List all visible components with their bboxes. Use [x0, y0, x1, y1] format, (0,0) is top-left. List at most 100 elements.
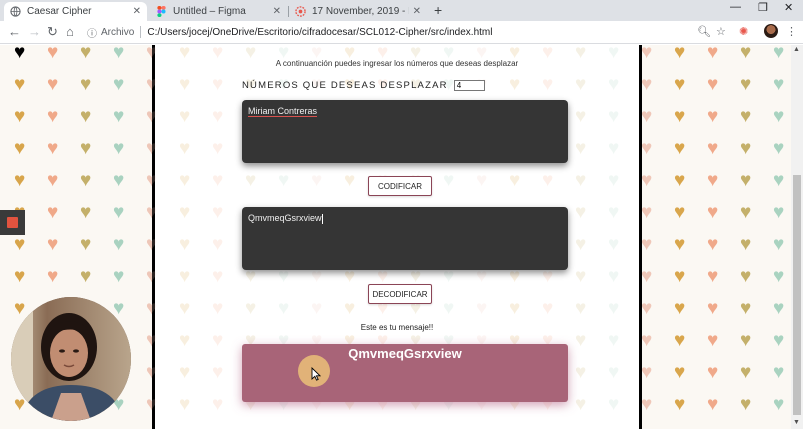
new-tab-button[interactable]: +	[434, 2, 442, 18]
scroll-up-icon[interactable]: ▲	[793, 46, 800, 53]
menu-icon[interactable]: ⋮	[786, 25, 797, 38]
heart-decoration: ♥	[179, 362, 191, 383]
close-tab-icon[interactable]: ✕	[133, 6, 141, 17]
shift-row: NÚMEROS QUE DESEAS DESPLAZAR 4	[242, 80, 485, 91]
heart-decoration: ♥	[509, 74, 521, 95]
heart-decoration: ♥	[212, 298, 224, 319]
encoded-textarea[interactable]: QmvmeqGsrxview	[242, 207, 568, 270]
heart-decoration: ♥	[608, 394, 620, 415]
minimize-icon[interactable]: —	[730, 1, 741, 13]
heart-decoration: ♥	[311, 170, 323, 191]
heart-decoration: ♥	[674, 170, 686, 191]
loom-icon	[295, 6, 306, 17]
tab-loom[interactable]: 17 November, 2019 - Loom Reco ✕	[289, 2, 427, 21]
heart-decoration: ♥	[608, 74, 620, 95]
heart-decoration: ♥	[641, 138, 653, 159]
heart-decoration: ♥	[740, 362, 752, 383]
heart-decoration: ♥	[608, 362, 620, 383]
heart-decoration: ♥	[80, 74, 92, 95]
heart-decoration: ♥	[344, 298, 356, 319]
heart-decoration: ♥	[80, 202, 92, 223]
heart-decoration: ♥	[80, 170, 92, 191]
heart-decoration: ♥	[47, 74, 59, 95]
heart-decoration: ♥	[179, 74, 191, 95]
heart-decoration: ♥	[14, 298, 26, 319]
shift-label: NÚMEROS QUE DESEAS DESPLAZAR	[242, 80, 448, 91]
close-window-icon[interactable]: ✕	[784, 1, 793, 14]
heart-decoration: ♥	[707, 202, 719, 223]
heart-decoration: ♥	[443, 298, 455, 319]
heart-decoration: ♥	[641, 202, 653, 223]
info-icon[interactable]: ⓘ	[87, 25, 97, 40]
heart-decoration: ♥	[740, 234, 752, 255]
heart-decoration: ♥	[80, 45, 92, 63]
heart-decoration: ♥	[674, 266, 686, 287]
heart-decoration: ♥	[740, 170, 752, 191]
profile-avatar[interactable]	[764, 24, 778, 38]
home-icon[interactable]: ⌂	[66, 24, 74, 39]
heart-decoration: ♥	[773, 45, 785, 63]
tab-caesar-cipher[interactable]: Caesar Cipher ✕	[4, 2, 147, 21]
heart-decoration: ♥	[773, 362, 785, 383]
result-box: QmvmeqGsrxview	[242, 344, 568, 402]
close-tab-icon[interactable]: ✕	[273, 6, 281, 17]
heart-decoration: ♥	[707, 234, 719, 255]
back-icon[interactable]: ←	[8, 24, 21, 39]
encoded-text: QmvmeqGsrxview	[248, 213, 322, 223]
close-tab-icon[interactable]: ✕	[413, 6, 421, 17]
loom-extension-icon[interactable]: ✺	[739, 25, 748, 38]
heart-decoration: ♥	[212, 202, 224, 223]
tab-figma[interactable]: Untitled – Figma ✕	[150, 2, 287, 21]
heart-decoration: ♥	[740, 45, 752, 63]
heart-decoration: ♥	[674, 202, 686, 223]
address-bar[interactable]: ⓘ Archivo C:/Users/jocej/OneDrive/Escrit…	[87, 23, 687, 41]
encode-button[interactable]: CODIFICAR	[368, 176, 432, 196]
heart-decoration: ♥	[674, 394, 686, 415]
heart-decoration: ♥	[179, 106, 191, 127]
heart-decoration: ♥	[245, 170, 257, 191]
heart-decoration: ♥	[47, 234, 59, 255]
message-input[interactable]: Miriam Contreras	[242, 100, 568, 163]
scroll-down-icon[interactable]: ▼	[793, 419, 800, 426]
heart-decoration: ♥	[575, 138, 587, 159]
heart-decoration: ♥	[212, 266, 224, 287]
restore-icon[interactable]: ❐	[758, 1, 768, 14]
heart-decoration: ♥	[179, 266, 191, 287]
heart-decoration: ♥	[146, 234, 158, 255]
heart-decoration: ♥	[212, 394, 224, 415]
forward-icon[interactable]: →	[28, 24, 41, 39]
globe-icon	[10, 6, 21, 17]
heart-decoration: ♥	[707, 170, 719, 191]
heart-decoration: ♥	[113, 234, 125, 255]
reload-icon[interactable]: ↻	[47, 24, 58, 40]
heart-decoration: ♥	[146, 202, 158, 223]
bookmark-star-icon[interactable]: ☆	[716, 25, 726, 38]
shift-number-input[interactable]: 4	[453, 80, 485, 91]
heart-decoration: ♥	[641, 45, 653, 63]
heart-decoration: ♥	[773, 298, 785, 319]
heart-decoration: ♥	[575, 202, 587, 223]
heart-decoration: ♥	[641, 394, 653, 415]
heart-decoration: ♥	[674, 234, 686, 255]
scroll-thumb[interactable]	[793, 175, 801, 415]
heart-decoration: ♥	[113, 266, 125, 287]
webcam-bubble[interactable]	[11, 297, 131, 421]
heart-decoration: ♥	[14, 106, 26, 127]
heart-decoration: ♥	[113, 45, 125, 63]
page-scrollbar[interactable]: ▲ ▼	[791, 45, 803, 429]
heart-decoration: ♥	[575, 394, 587, 415]
decode-button[interactable]: DECODIFICAR	[368, 284, 432, 304]
zoom-icon[interactable]: 🔍︎	[697, 25, 711, 38]
heart-decoration: ♥	[80, 266, 92, 287]
heart-decoration: ♥	[674, 74, 686, 95]
heart-decoration: ♥	[113, 202, 125, 223]
loom-stop-recording-button[interactable]	[0, 210, 25, 235]
heart-decoration: ♥	[740, 74, 752, 95]
text-caret	[321, 213, 323, 224]
heart-decoration: ♥	[707, 45, 719, 63]
heart-decoration: ♥	[641, 234, 653, 255]
url-text[interactable]: C:/Users/jocej/OneDrive/Escritorio/cifra…	[147, 27, 492, 38]
heart-decoration: ♥	[14, 45, 26, 63]
tab-title: Caesar Cipher	[27, 6, 92, 17]
heart-decoration: ♥	[179, 170, 191, 191]
